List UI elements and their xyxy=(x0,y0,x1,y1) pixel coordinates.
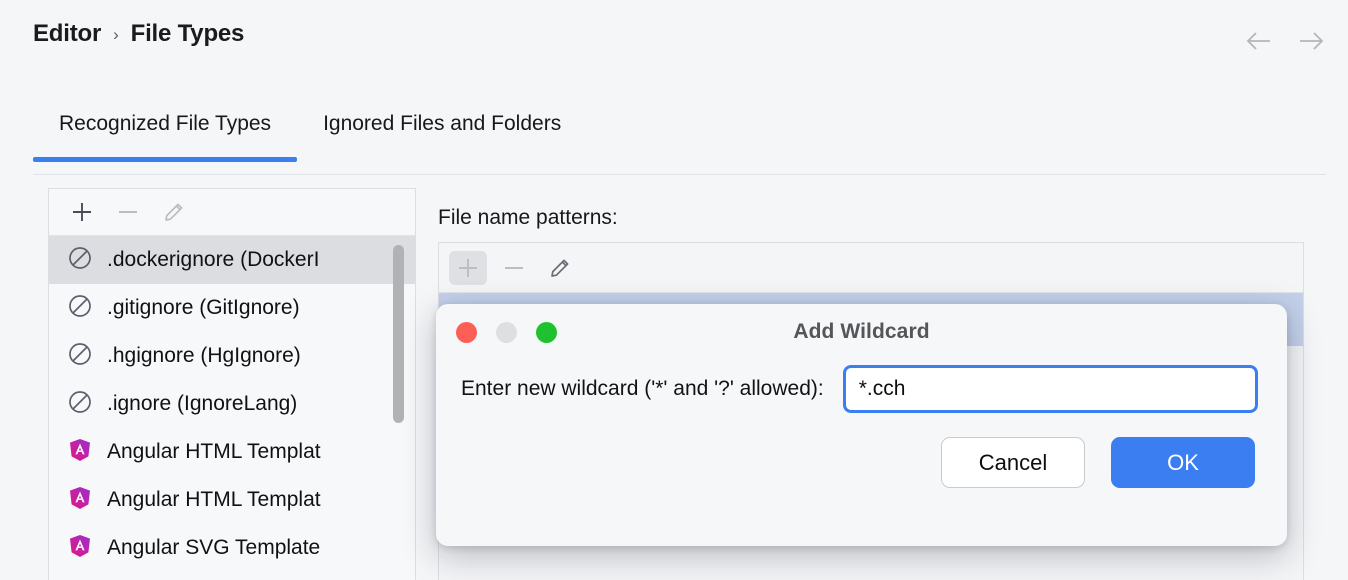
edit-pattern-button[interactable] xyxy=(541,251,579,285)
list-item-label: Angular HTML Templat xyxy=(107,488,321,512)
ok-button[interactable]: OK xyxy=(1111,437,1255,488)
back-arrow-icon[interactable] xyxy=(1244,26,1274,56)
file-name-patterns-title: File name patterns: xyxy=(438,206,618,230)
list-item-label: Angular SVG Template xyxy=(107,536,320,560)
dialog-input-row: Enter new wildcard ('*' and '?' allowed)… xyxy=(436,368,1287,410)
tab-recognized-file-types[interactable]: Recognized File Types xyxy=(33,112,297,162)
remove-file-type-button[interactable] xyxy=(109,195,147,229)
add-pattern-button[interactable] xyxy=(449,251,487,285)
dialog-button-row: Cancel OK xyxy=(436,437,1287,488)
file-types-toolbar xyxy=(49,189,415,236)
dialog-title: Add Wildcard xyxy=(436,320,1287,344)
tab-divider xyxy=(33,174,1326,175)
list-item-label: .hgignore (HgIgnore) xyxy=(107,344,301,368)
list-item[interactable]: .ignore (IgnoreLang) xyxy=(49,380,415,428)
file-types-list[interactable]: .dockerignore (DockerI .gitignore (GitIg… xyxy=(49,236,415,580)
minimize-window-button[interactable] xyxy=(496,322,517,343)
no-entry-icon xyxy=(67,389,93,420)
maximize-window-button[interactable] xyxy=(536,322,557,343)
no-entry-icon xyxy=(67,245,93,276)
breadcrumb: Editor › File Types xyxy=(33,20,244,48)
breadcrumb-separator-icon: › xyxy=(113,25,118,45)
breadcrumb-current: File Types xyxy=(131,20,245,48)
angular-icon xyxy=(67,533,93,564)
list-item[interactable]: .hgignore (HgIgnore) xyxy=(49,332,415,380)
list-item-label: .dockerignore (DockerI xyxy=(107,248,319,272)
angular-icon xyxy=(67,485,93,516)
list-item[interactable]: Angular HTML Templat xyxy=(49,428,415,476)
list-item[interactable]: .gitignore (GitIgnore) xyxy=(49,284,415,332)
angular-icon xyxy=(67,437,93,468)
tab-label: Ignored Files and Folders xyxy=(323,112,561,135)
cancel-button[interactable]: Cancel xyxy=(941,437,1085,488)
forward-arrow-icon[interactable] xyxy=(1296,26,1326,56)
tab-ignored-files-and-folders[interactable]: Ignored Files and Folders xyxy=(297,112,587,162)
no-entry-icon xyxy=(67,341,93,372)
list-item[interactable]: Angular HTML Templat xyxy=(49,476,415,524)
list-item[interactable]: .dockerignore (DockerI xyxy=(49,236,415,284)
no-entry-icon xyxy=(67,293,93,324)
tab-label: Recognized File Types xyxy=(59,112,271,135)
wildcard-label: Enter new wildcard ('*' and '?' allowed)… xyxy=(461,377,824,401)
add-wildcard-dialog: Add Wildcard Enter new wildcard ('*' and… xyxy=(436,304,1287,546)
edit-file-type-button[interactable] xyxy=(155,195,193,229)
wildcard-input[interactable] xyxy=(846,368,1255,410)
add-file-type-button[interactable] xyxy=(63,195,101,229)
dialog-titlebar: Add Wildcard xyxy=(436,304,1287,360)
close-window-button[interactable] xyxy=(456,322,477,343)
breadcrumb-root[interactable]: Editor xyxy=(33,20,101,48)
file-types-scrollbar[interactable] xyxy=(393,245,404,423)
list-item[interactable]: Angular SVG Template xyxy=(49,524,415,572)
traffic-lights xyxy=(456,322,557,343)
patterns-toolbar xyxy=(439,243,1303,293)
list-item-label: Angular HTML Templat xyxy=(107,440,321,464)
list-item-label: .ignore (IgnoreLang) xyxy=(107,392,297,416)
tab-bar: Recognized File Types Ignored Files and … xyxy=(33,112,587,162)
remove-pattern-button[interactable] xyxy=(495,251,533,285)
navigation-arrows xyxy=(1244,26,1326,56)
list-item-label: .gitignore (GitIgnore) xyxy=(107,296,300,320)
file-types-list-panel: .dockerignore (DockerI .gitignore (GitIg… xyxy=(48,188,416,580)
